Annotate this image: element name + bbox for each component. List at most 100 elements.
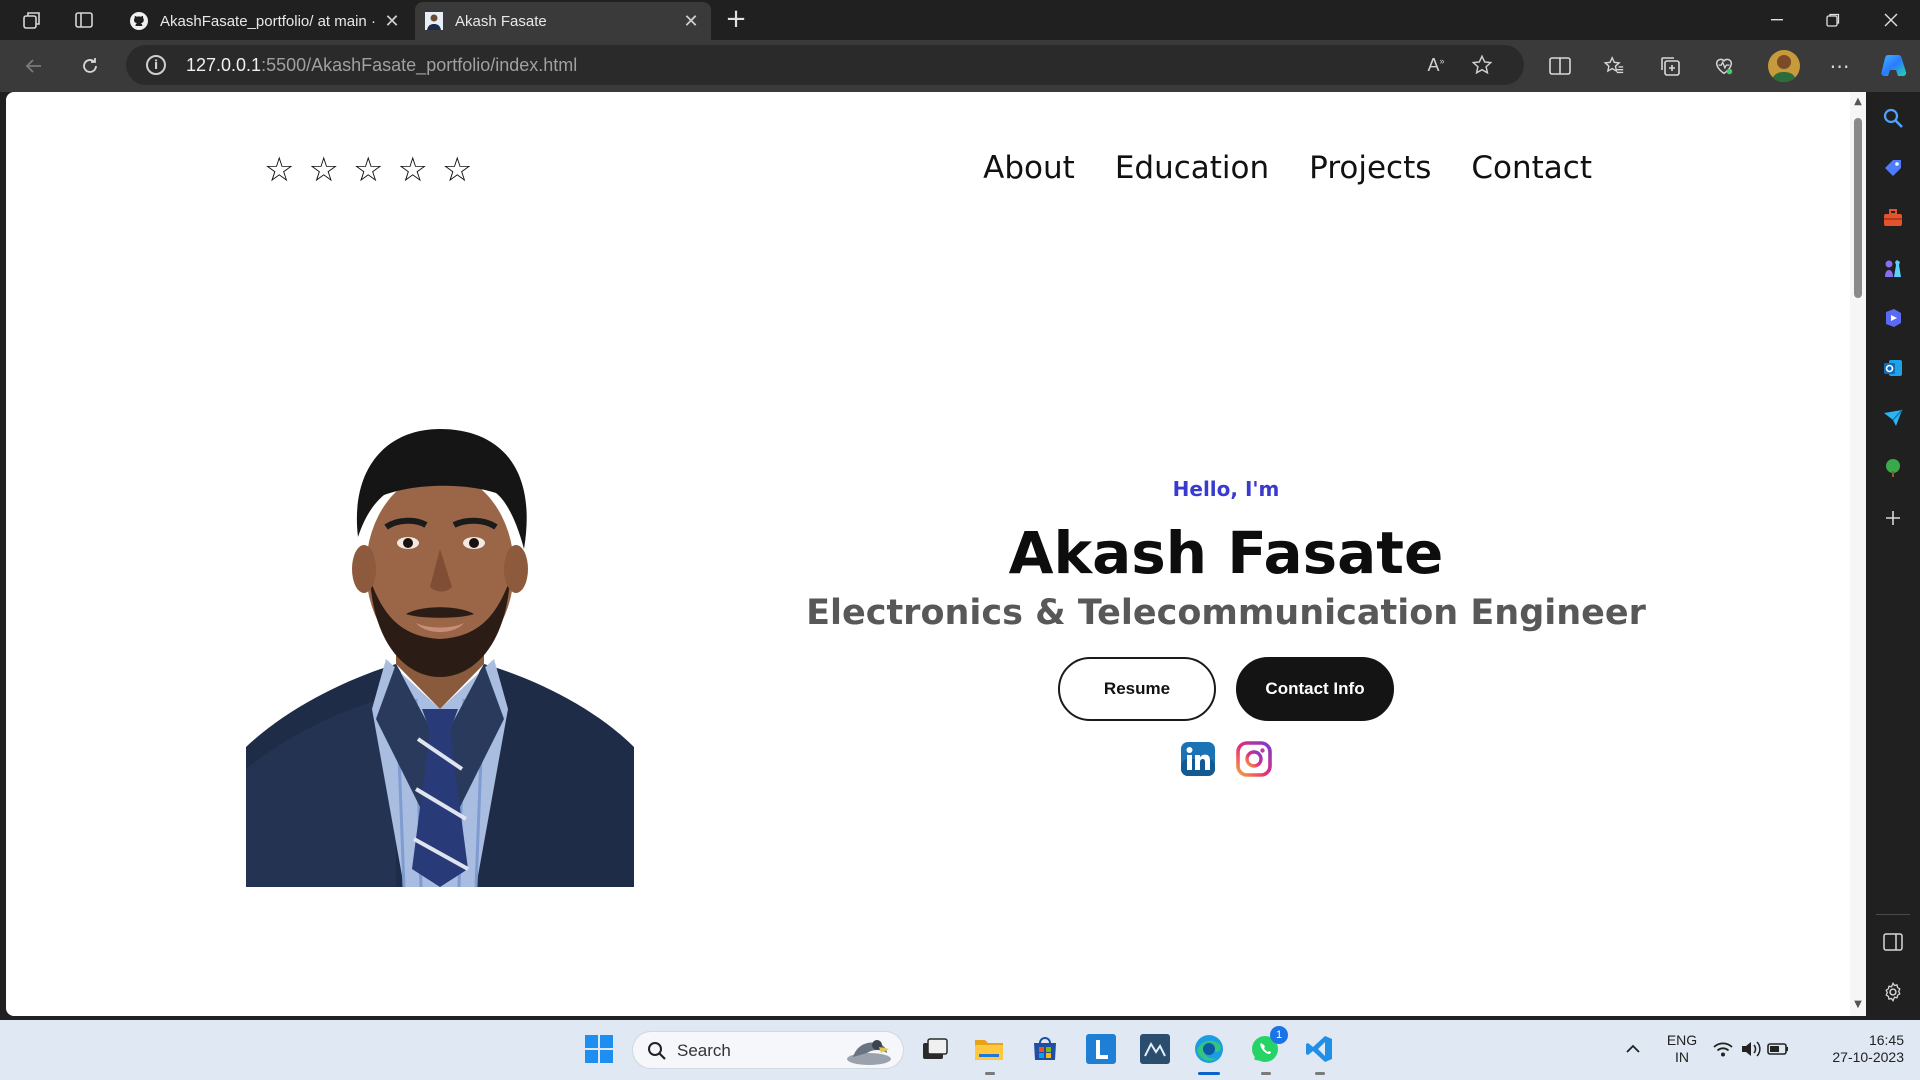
volume-icon xyxy=(1742,1041,1761,1057)
edge-sidebar xyxy=(1866,92,1920,1016)
lang-code: ENG xyxy=(1666,1032,1698,1048)
hero-role: Electronics & Telecommunication Engineer xyxy=(806,593,1646,633)
main-nav: About Education Projects Contact xyxy=(983,150,1592,186)
whatsapp-icon[interactable]: 1 xyxy=(1248,1026,1288,1066)
add-icon[interactable] xyxy=(1881,506,1905,530)
minimize-button[interactable] xyxy=(1750,0,1804,40)
search-label: Search xyxy=(677,1041,731,1060)
microsoft-365-icon[interactable] xyxy=(1881,306,1905,330)
star-icon: ☆ xyxy=(264,150,295,190)
hello-text: Hello, I'm xyxy=(1172,477,1280,501)
edge-browser-icon[interactable] xyxy=(1192,1032,1226,1066)
tab-title: AkashFasate_portfolio/ at main · xyxy=(160,12,376,30)
contact-info-button[interactable]: Contact Info xyxy=(1236,657,1394,721)
nav-about[interactable]: About xyxy=(983,150,1075,186)
windows-taskbar: Search 1 ENG IN 16:45 27-10-2023 xyxy=(0,1020,1920,1080)
running-indicator xyxy=(985,1072,995,1075)
resume-button[interactable]: Resume xyxy=(1058,657,1216,721)
split-screen-icon[interactable] xyxy=(1546,52,1574,80)
browser-title-bar: AkashFasate_portfolio/ at main · ✕ Akash… xyxy=(0,0,1920,40)
hero-section: Hello, I'm Akash Fasate Electronics & Te… xyxy=(746,477,1706,777)
sidebar-divider xyxy=(1876,914,1910,915)
games-chess-icon[interactable] xyxy=(1881,256,1905,280)
back-icon[interactable] xyxy=(20,52,48,80)
whatsapp-badge: 1 xyxy=(1270,1026,1288,1044)
mysql-workbench-icon[interactable] xyxy=(1138,1032,1172,1066)
taskbar-search[interactable]: Search xyxy=(632,1031,904,1069)
social-links xyxy=(746,741,1706,777)
tools-briefcase-icon[interactable] xyxy=(1881,206,1905,230)
favorite-star-icon[interactable] xyxy=(1468,51,1496,79)
search-icon xyxy=(648,1042,666,1060)
profile-photo-favicon xyxy=(425,12,443,30)
tab-github[interactable]: AkashFasate_portfolio/ at main · ✕ xyxy=(120,2,412,40)
scroll-thumb[interactable] xyxy=(1854,118,1862,298)
copilot-icon[interactable] xyxy=(1878,50,1910,82)
address-bar[interactable]: i 127.0.0.1:5500/AkashFasate_portfolio/i… xyxy=(126,45,1524,85)
favorites-icon[interactable] xyxy=(1600,52,1628,80)
file-explorer-icon[interactable] xyxy=(972,1032,1006,1066)
running-indicator xyxy=(1261,1072,1271,1075)
shopping-tag-icon[interactable] xyxy=(1881,156,1905,180)
refresh-icon[interactable] xyxy=(76,52,104,80)
close-window-button[interactable] xyxy=(1864,0,1918,40)
microsoft-store-icon[interactable] xyxy=(1028,1032,1062,1066)
hide-sidebar-icon[interactable] xyxy=(1881,930,1905,954)
scroll-up-icon[interactable]: ▲ xyxy=(1853,97,1863,107)
tab-title: Akash Fasate xyxy=(455,12,547,30)
clock-time: 16:45 xyxy=(1868,1032,1904,1048)
chevron-up-icon[interactable] xyxy=(1616,1032,1650,1066)
settings-more-icon[interactable]: ⋯ xyxy=(1826,52,1854,80)
restore-button[interactable] xyxy=(1806,0,1860,40)
sidebar-settings-icon[interactable] xyxy=(1881,980,1905,1004)
profile-avatar[interactable] xyxy=(1768,50,1800,82)
page-viewport: ☆ ☆ ☆ ☆ ☆ About Education Projects Conta… xyxy=(6,92,1866,1016)
new-tab-button[interactable]: + xyxy=(722,6,750,34)
active-indicator xyxy=(1198,1072,1220,1075)
close-tab-icon[interactable]: ✕ xyxy=(681,11,701,32)
clock[interactable]: 16:45 27-10-2023 xyxy=(1808,1032,1904,1066)
tab-akash-fasate[interactable]: Akash Fasate ✕ xyxy=(415,2,711,40)
site-info-icon[interactable]: i xyxy=(146,55,166,75)
star-icon: ☆ xyxy=(397,150,428,190)
scroll-down-icon[interactable]: ▼ xyxy=(1853,1000,1863,1010)
battery-icon xyxy=(1767,1043,1788,1055)
nav-education[interactable]: Education xyxy=(1115,150,1269,186)
windows-start-icon[interactable] xyxy=(582,1032,616,1066)
search-icon[interactable] xyxy=(1881,106,1905,130)
wifi-icon xyxy=(1713,1042,1733,1057)
tab-actions-icon[interactable] xyxy=(72,8,96,32)
nav-projects[interactable]: Projects xyxy=(1309,150,1431,186)
read-aloud-icon[interactable]: A» xyxy=(1422,51,1450,79)
url-host: 127.0.0.1 xyxy=(186,55,262,75)
hero-buttons: Resume Contact Info xyxy=(746,657,1706,721)
url-text[interactable]: 127.0.0.1:5500/AkashFasate_portfolio/ind… xyxy=(186,55,577,76)
search-highlight-icon xyxy=(847,1040,891,1065)
drop-send-icon[interactable] xyxy=(1881,406,1905,430)
outlook-icon[interactable] xyxy=(1881,356,1905,380)
running-indicator xyxy=(1315,1072,1325,1075)
language-indicator[interactable]: ENG IN xyxy=(1664,1032,1700,1066)
star-icon: ☆ xyxy=(308,150,339,190)
github-icon xyxy=(130,12,148,30)
system-tray-group[interactable] xyxy=(1712,1032,1792,1066)
tree-icon[interactable] xyxy=(1881,456,1905,480)
linkedin-icon[interactable] xyxy=(1180,741,1216,777)
collections-icon[interactable] xyxy=(1656,52,1684,80)
instagram-icon[interactable] xyxy=(1236,741,1272,777)
lang-region: IN xyxy=(1675,1049,1689,1065)
hero-name: Akash Fasate xyxy=(1008,519,1444,587)
l-app-icon[interactable] xyxy=(1084,1032,1118,1066)
vscode-icon[interactable] xyxy=(1302,1032,1336,1066)
workspaces-icon[interactable] xyxy=(20,8,44,32)
nav-contact[interactable]: Contact xyxy=(1471,150,1592,186)
close-tab-icon[interactable]: ✕ xyxy=(382,11,402,32)
url-path: :5500/AkashFasate_portfolio/index.html xyxy=(261,55,578,75)
task-view-icon[interactable] xyxy=(918,1032,952,1066)
page-scrollbar[interactable]: ▲ ▼ xyxy=(1850,92,1866,1016)
clock-date: 27-10-2023 xyxy=(1832,1049,1904,1065)
browser-toolbar: i 127.0.0.1:5500/AkashFasate_portfolio/i… xyxy=(0,40,1920,92)
star-icon: ☆ xyxy=(441,150,473,190)
browser-essentials-icon[interactable] xyxy=(1710,52,1738,80)
star-icon: ☆ xyxy=(352,150,384,190)
